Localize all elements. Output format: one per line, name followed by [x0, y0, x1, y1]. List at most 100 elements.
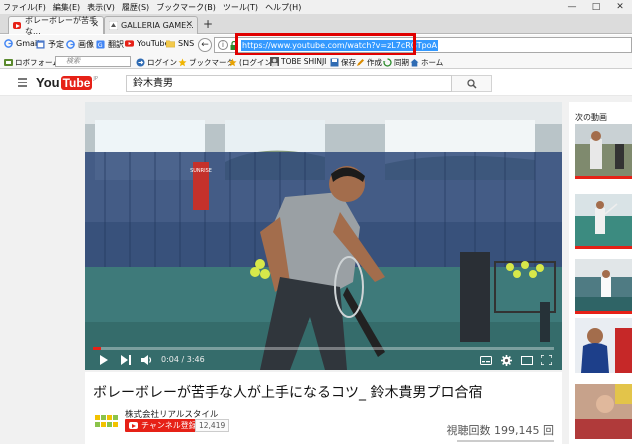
- hamburger-menu-icon[interactable]: [18, 78, 27, 89]
- profile-icon: [270, 57, 279, 66]
- volume-icon[interactable]: [141, 355, 153, 365]
- next-video-icon[interactable]: [121, 355, 131, 365]
- sidebar-video-thumbnail[interactable]: [575, 384, 632, 439]
- menu-file[interactable]: ファイル(F): [3, 2, 46, 13]
- up-next-sidebar: 次の動画: [569, 102, 632, 444]
- bookmark-label: 画像: [78, 40, 94, 49]
- create-label: 作成: [367, 58, 382, 67]
- theater-mode-icon[interactable]: [521, 356, 533, 365]
- tab-label: GALLERIA GAME...: [121, 21, 194, 30]
- new-tab-button[interactable]: +: [200, 16, 216, 32]
- tab-youtube-video[interactable]: ボレーボレーが苦手な... ✕: [8, 16, 104, 36]
- bookmark-folder-sns[interactable]: SNS: [166, 39, 194, 48]
- close-icon[interactable]: ✕: [608, 0, 632, 14]
- youtube-header: You Tube JP 鈴木貴男: [0, 70, 632, 96]
- save-label: 保存: [341, 58, 356, 67]
- current-time: 0:04: [161, 355, 179, 364]
- tobe-shinji-button[interactable]: TOBE SHINJI: [270, 57, 326, 66]
- minimize-icon[interactable]: —: [560, 0, 584, 14]
- search-button[interactable]: [452, 75, 492, 92]
- menu-tools[interactable]: ツール(T): [223, 2, 258, 13]
- sidebar-video-thumbnail[interactable]: [575, 124, 632, 179]
- login-label: ログイン: [147, 58, 177, 67]
- sync-icon: [383, 58, 392, 67]
- login-button[interactable]: ログイン: [136, 57, 177, 68]
- menu-help[interactable]: ヘルプ(H): [265, 2, 301, 13]
- roboform-search-input[interactable]: 検索: [55, 56, 131, 67]
- youtube-logo[interactable]: You Tube JP: [36, 75, 98, 90]
- sync-button[interactable]: 同期: [383, 57, 409, 68]
- save-button[interactable]: 保存: [330, 57, 356, 68]
- logo-you: You: [36, 75, 60, 90]
- logo-region: JP: [93, 75, 98, 82]
- window-controls: — □ ✕: [560, 0, 632, 14]
- save-icon: [330, 58, 339, 67]
- bookmark-label: 予定: [48, 40, 64, 49]
- tab-galleria[interactable]: GALLERIA GAME... ✕: [104, 16, 198, 34]
- thumbnail-image: [575, 318, 632, 373]
- thumbnail-image: [575, 384, 632, 439]
- login-paren-button[interactable]: (ログイン): [228, 57, 275, 68]
- bookmark-star-icon: [178, 58, 187, 67]
- youtube-favicon-icon: [13, 22, 22, 29]
- menu-edit[interactable]: 編集(E): [53, 2, 80, 13]
- bookmarks-toolbar: ロボフォーム 検索 ログイン ブックマーク (ログイン) TOBE SHINJI…: [0, 55, 632, 69]
- bookmark-calendar[interactable]: 予定: [36, 39, 64, 50]
- create-button[interactable]: 作成: [356, 57, 382, 68]
- tab-close-icon[interactable]: ✕: [91, 20, 99, 30]
- bookmarks-menu-button[interactable]: ブックマーク: [178, 57, 234, 68]
- video-frame-image: SUNRISE: [85, 102, 562, 370]
- sidebar-video-thumbnail[interactable]: [575, 259, 632, 314]
- sidebar-video-thumbnail[interactable]: [575, 318, 632, 373]
- bookmark-gmail[interactable]: Gmail: [4, 39, 39, 48]
- youtube-search-input[interactable]: 鈴木貴男: [126, 75, 452, 92]
- channel-logo[interactable]: [93, 406, 125, 438]
- thumbnail-image: [575, 194, 632, 249]
- home-label: ホーム: [421, 58, 444, 67]
- menu-bookmarks[interactable]: ブックマーク(B): [156, 2, 216, 13]
- home-icon: [410, 59, 419, 67]
- bookmark-youtube[interactable]: YouTube: [125, 39, 170, 48]
- bookmark-label: YouTube: [137, 39, 170, 48]
- star-icon: [228, 58, 237, 67]
- roboform-button[interactable]: ロボフォーム: [4, 57, 60, 68]
- subscribe-button[interactable]: チャンネル登録: [125, 419, 202, 432]
- sidebar-video-thumbnail[interactable]: [575, 194, 632, 249]
- info-icon[interactable]: i: [218, 40, 228, 50]
- bookmark-images[interactable]: 画像: [66, 39, 94, 50]
- bookmark-label: SNS: [178, 39, 195, 48]
- video-time: 0:04 / 3:46: [161, 355, 205, 364]
- logo-tube: Tube: [60, 75, 93, 90]
- fullscreen-icon[interactable]: [541, 355, 552, 365]
- folder-icon: [166, 40, 175, 48]
- video-title: ボレーボレーが苦手な人が上手になるコツ_ 鈴木貴男プロ合宿: [93, 385, 483, 401]
- thumbnail-image: [575, 259, 632, 314]
- bookmark-translate[interactable]: G 翻訳: [96, 39, 124, 50]
- maximize-icon[interactable]: □: [584, 0, 608, 14]
- watched-progress: [575, 176, 632, 179]
- subscriber-count: 12,419: [195, 419, 230, 432]
- menu-history[interactable]: 履歴(S): [122, 2, 149, 13]
- thumbnail-image: [575, 124, 632, 179]
- video-info-card: ボレーボレーが苦手な人が上手になるコツ_ 鈴木貴男プロ合宿 株式会社リアルスタイ…: [85, 372, 562, 444]
- video-player[interactable]: SUNRISE 0:04 / 3:46: [85, 102, 562, 370]
- play-icon[interactable]: [99, 355, 109, 365]
- menu-view[interactable]: 表示(V): [87, 2, 115, 13]
- create-icon: [357, 59, 364, 66]
- bookmark-label: 翻訳: [108, 40, 124, 49]
- menu-bar: ファイル(F) 編集(E) 表示(V) 履歴(S) ブックマーク(B) ツール(…: [0, 0, 632, 14]
- roboform-icon: [4, 59, 13, 66]
- banner-text: SUNRISE: [190, 168, 212, 174]
- tab-close-icon[interactable]: ✕: [185, 20, 193, 30]
- home-button[interactable]: ホーム: [410, 57, 443, 68]
- svg-text:G: G: [98, 42, 103, 49]
- video-controls: [85, 350, 562, 370]
- back-button[interactable]: ←: [198, 38, 212, 52]
- login-icon: [136, 58, 145, 67]
- search-icon: [466, 78, 477, 89]
- tobe-label: TOBE SHINJI: [281, 57, 327, 66]
- subtitles-icon[interactable]: [480, 356, 492, 365]
- duration: 3:46: [186, 355, 205, 364]
- galleria-favicon-icon: [109, 21, 118, 30]
- settings-gear-icon[interactable]: [501, 355, 512, 366]
